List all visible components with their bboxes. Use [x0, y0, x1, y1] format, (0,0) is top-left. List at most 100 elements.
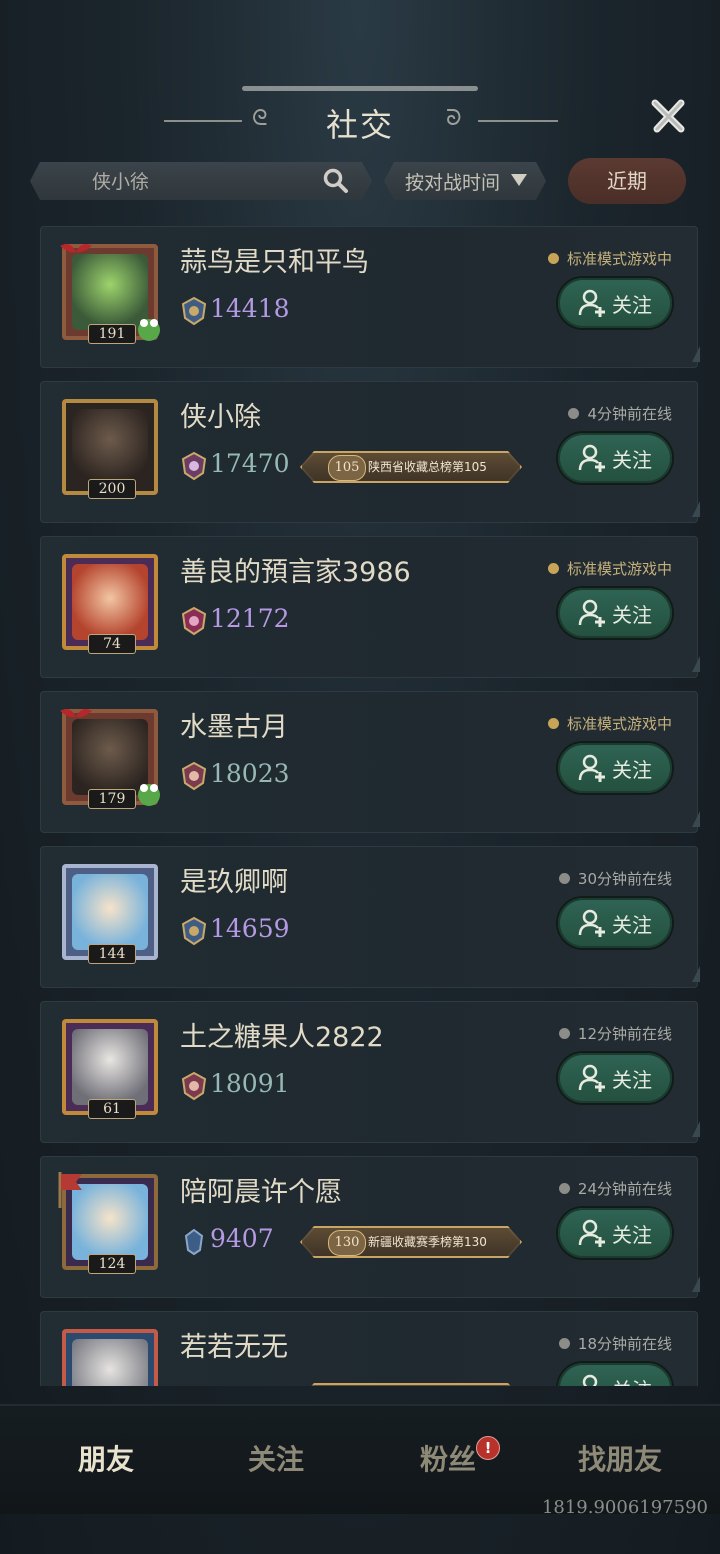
rank-score: 18091	[210, 1069, 290, 1098]
follow-label: 关注	[612, 1068, 652, 1092]
status-text: 标准模式游戏中	[566, 560, 672, 578]
rank-score: 9407	[210, 1224, 274, 1253]
rank-score: 14659	[210, 914, 290, 943]
search-icon[interactable]	[322, 167, 350, 195]
status-text: 30分钟前在线	[577, 870, 672, 888]
level-badge: 144	[88, 944, 136, 964]
status-dot-icon	[558, 1028, 570, 1039]
friend-name: 陪阿晨许个愿	[180, 1177, 342, 1208]
notification-badge: !	[476, 1436, 500, 1460]
avatar[interactable]: 74	[56, 550, 166, 660]
follow-label: 关注	[612, 448, 652, 472]
online-status: 4分钟前在线	[568, 403, 672, 424]
friend-card[interactable]: 179 水墨古月 18023 标准模式游戏中 关注	[40, 691, 700, 833]
recent-filter-button[interactable]: 近期	[568, 158, 686, 204]
ribbon-icon	[60, 709, 92, 718]
close-icon	[651, 99, 685, 133]
avatar-image	[72, 1339, 148, 1386]
status-dot-icon	[547, 253, 559, 264]
follow-label: 关注	[612, 1374, 652, 1386]
user-plus-icon	[578, 1219, 605, 1247]
friend-list[interactable]: 191 蒜鸟是只和平鸟 14418 标准模式游戏中 关注 200 侠小除 174…	[40, 226, 700, 1386]
friend-card[interactable]: 74 善良的預言家3986 12172 标准模式游戏中 关注	[40, 536, 700, 678]
header: ᘓ 社交 ᘐ	[0, 96, 720, 144]
rank-score: 18023	[210, 759, 290, 788]
tab-fans[interactable]: 粉丝	[420, 1438, 476, 1478]
leaderboard-banner[interactable]: 105 陕西省收藏总榜第105	[300, 451, 522, 483]
leaderboard-rank: 130	[328, 1230, 366, 1256]
rank-crest-icon	[181, 451, 207, 481]
rank-score: 12172	[210, 604, 290, 633]
follow-label: 关注	[612, 603, 652, 627]
status-dot-icon	[547, 718, 559, 729]
friend-card[interactable]: 若若无无 18分钟前在线 关注	[40, 1311, 698, 1386]
rank-crest-icon	[181, 761, 207, 791]
avatar[interactable]: 191	[56, 240, 166, 350]
rank-crest-icon	[184, 1228, 204, 1256]
follow-button[interactable]: 关注	[558, 588, 672, 638]
search-input[interactable]	[90, 162, 334, 202]
follow-button[interactable]: 关注	[558, 1208, 672, 1258]
title-divider-right	[478, 120, 558, 122]
friend-name: 若若无无	[180, 1332, 288, 1363]
friend-card[interactable]: 144 是玖卿啊 14659 30分钟前在线 关注	[40, 846, 700, 988]
leaderboard-banner[interactable]	[300, 1383, 522, 1386]
page-title: 社交	[325, 106, 394, 144]
rank-score: 14418	[210, 294, 290, 323]
tab-friends[interactable]: 朋友	[78, 1438, 134, 1478]
avatar[interactable]	[56, 1325, 166, 1386]
tab-find-friends[interactable]: 找朋友	[578, 1438, 662, 1478]
leaderboard-banner[interactable]: 130 新疆收藏赛季榜第130	[300, 1226, 522, 1258]
follow-label: 关注	[612, 913, 652, 937]
friend-card[interactable]: 200 侠小除 17470 105 陕西省收藏总榜第105 4分钟前在线 关注	[40, 381, 700, 523]
rank-score: 17470	[210, 449, 290, 478]
user-plus-icon	[578, 289, 605, 317]
friend-card[interactable]: 124 陪阿晨许个愿 9407 130 新疆收藏赛季榜第130 24分钟前在线 …	[40, 1156, 700, 1298]
follow-button[interactable]: 关注	[558, 1053, 672, 1103]
avatar[interactable]: 144	[56, 860, 166, 970]
avatar[interactable]: 61	[56, 1015, 166, 1125]
friend-name: 侠小除	[180, 402, 261, 433]
friend-card[interactable]: 191 蒜鸟是只和平鸟 14418 标准模式游戏中 关注	[40, 226, 700, 368]
ribbon-icon	[60, 244, 92, 253]
friend-name: 善良的預言家3986	[180, 557, 411, 588]
level-badge: 124	[88, 1254, 136, 1274]
follow-button[interactable]: 关注	[558, 433, 672, 483]
leaderboard-banner-inner	[302, 1385, 520, 1386]
top-drag-handle	[242, 86, 478, 91]
user-plus-icon	[578, 599, 605, 627]
friend-name: 是玖卿啊	[180, 867, 288, 898]
friend-card[interactable]: 61 土之糖果人2822 18091 12分钟前在线 关注	[40, 1001, 700, 1143]
follow-label: 关注	[612, 293, 652, 317]
user-plus-icon	[578, 1064, 605, 1092]
user-plus-icon	[582, 1374, 598, 1386]
tab-following[interactable]: 关注	[248, 1438, 304, 1478]
swirl-ornament-right-icon: ᘐ	[446, 106, 462, 131]
friend-name: 水墨古月	[180, 712, 288, 743]
online-status: 标准模式游戏中	[547, 248, 672, 269]
follow-button[interactable]: 关注	[558, 743, 672, 793]
status-text: 标准模式游戏中	[566, 715, 672, 733]
status-text: 24分钟前在线	[577, 1180, 672, 1198]
sort-dropdown[interactable]: 按对战时间	[384, 162, 546, 200]
follow-button[interactable]: 关注	[558, 898, 672, 948]
frog-icon	[138, 784, 160, 806]
follow-label: 关注	[612, 758, 652, 782]
user-plus-icon	[578, 754, 605, 782]
status-dot-icon	[558, 1338, 570, 1349]
status-text: 标准模式游戏中	[566, 250, 672, 268]
avatar[interactable]: 200	[56, 395, 166, 505]
rank-crest-icon	[181, 606, 207, 636]
avatar-image	[72, 564, 148, 640]
avatar[interactable]: 124	[56, 1170, 166, 1280]
online-status: 18分钟前在线	[558, 1333, 672, 1354]
follow-button[interactable]: 关注	[558, 278, 672, 328]
leaderboard-title: 陕西省收藏总榜第105	[368, 460, 487, 474]
close-button[interactable]	[648, 94, 690, 136]
avatar[interactable]: 179	[56, 705, 166, 815]
follow-button[interactable]: 关注	[558, 1363, 672, 1386]
friend-name: 土之糖果人2822	[180, 1022, 384, 1053]
level-badge: 74	[88, 634, 136, 654]
rank-crest-icon	[181, 296, 207, 326]
user-plus-icon	[578, 444, 605, 472]
